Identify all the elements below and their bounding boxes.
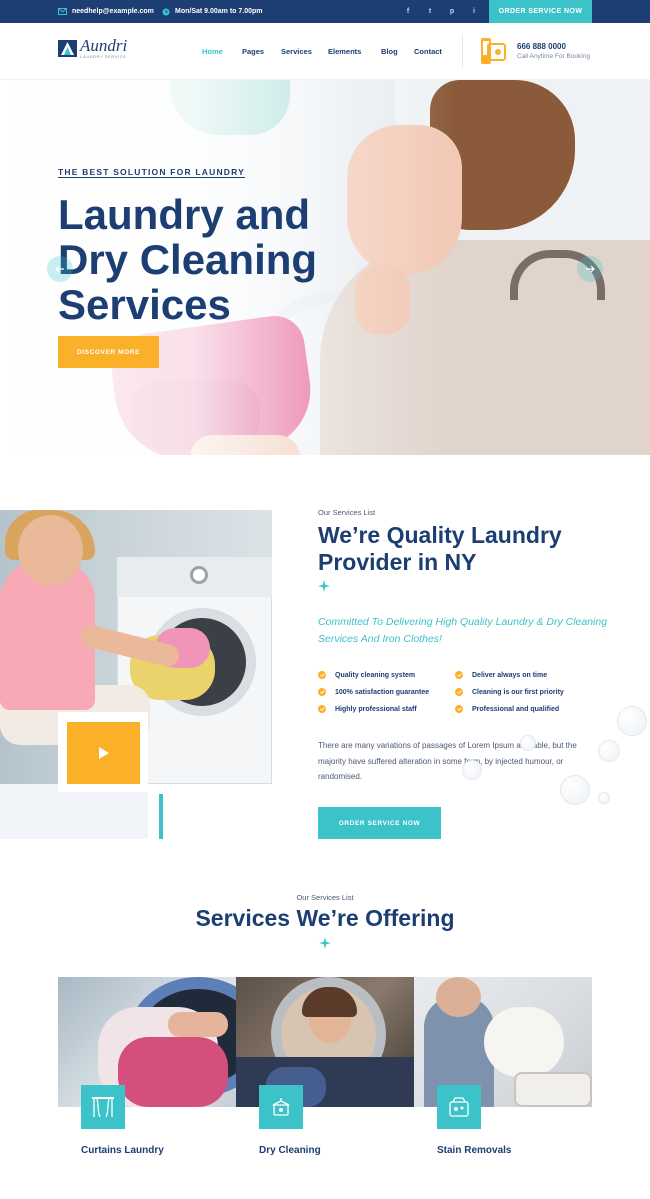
sparkle-divider-icon bbox=[318, 580, 330, 592]
bubble-decoration bbox=[520, 735, 536, 751]
bubble-decoration bbox=[598, 740, 620, 762]
feature-item: Deliver always on time bbox=[455, 671, 547, 679]
sparkle-divider-icon bbox=[319, 937, 331, 949]
check-icon bbox=[455, 705, 463, 713]
bubble-decoration bbox=[598, 792, 610, 804]
play-icon bbox=[98, 747, 109, 759]
check-icon bbox=[455, 688, 463, 696]
discover-more-button[interactable]: DISCOVER MORE bbox=[58, 336, 159, 368]
curtains-icon bbox=[81, 1085, 125, 1129]
arrow-right-icon bbox=[586, 265, 595, 273]
feature-item: Quality cleaning system bbox=[318, 671, 415, 679]
hero-title: Laundry and Dry Cleaning Services bbox=[58, 191, 318, 328]
nav-blog[interactable]: Blog bbox=[381, 47, 398, 56]
logo-name: Aundri bbox=[80, 35, 128, 55]
header-divider bbox=[462, 35, 463, 68]
slider-next-button[interactable] bbox=[577, 256, 603, 282]
check-icon bbox=[318, 705, 326, 713]
nav-pages[interactable]: Pages bbox=[242, 47, 264, 56]
about-kicker: Our Services List bbox=[318, 508, 376, 517]
twitter-icon[interactable]: t bbox=[419, 8, 441, 15]
phone-number: 666 888 0000 bbox=[517, 42, 566, 51]
phone-contact[interactable]: 666 888 0000 Call Anytime For Booking bbox=[480, 37, 590, 65]
arrow-left-icon bbox=[55, 265, 64, 273]
service-card[interactable]: Dry Cleaning bbox=[236, 977, 414, 1164]
topbar-hours-text: Mon/Sat 9.00am to 7.00pm bbox=[175, 8, 263, 15]
clock-icon bbox=[162, 8, 170, 15]
service-card-title[interactable]: Curtains Laundry bbox=[81, 1145, 164, 1156]
feature-item: Cleaning is our first priority bbox=[455, 688, 564, 696]
video-play-button[interactable] bbox=[67, 722, 140, 784]
check-icon bbox=[318, 688, 326, 696]
phone-icon bbox=[481, 38, 506, 64]
facebook-icon[interactable]: f bbox=[397, 8, 419, 15]
hero-kicker: THE BEST SOLUTION FOR LAUNDRY bbox=[58, 167, 246, 177]
services-title: Services We’re Offering bbox=[195, 905, 455, 931]
nav-contact[interactable]: Contact bbox=[414, 47, 442, 56]
about-body-text: There are many variations of passages of… bbox=[318, 741, 577, 781]
stain-removal-icon bbox=[437, 1085, 481, 1129]
site-header: Aundri LAUNDRY SERVICE Home Pages Servic… bbox=[0, 23, 650, 80]
nav-services[interactable]: Services bbox=[281, 47, 312, 56]
service-card[interactable]: Curtains Laundry bbox=[58, 977, 236, 1164]
topbar-hours: Mon/Sat 9.00am to 7.00pm bbox=[162, 0, 263, 23]
bubble-decoration bbox=[560, 775, 590, 805]
order-service-top-button[interactable]: ORDER SERVICE NOW bbox=[489, 0, 592, 23]
feature-item: Highly professional staff bbox=[318, 705, 417, 713]
service-card-title[interactable]: Dry Cleaning bbox=[259, 1145, 321, 1156]
hero-slider: THE BEST SOLUTION FOR LAUNDRY Laundry an… bbox=[0, 80, 650, 455]
feature-item: Professional and qualified bbox=[455, 705, 559, 713]
dry-cleaning-icon bbox=[259, 1085, 303, 1129]
services-kicker: Our Services List bbox=[296, 893, 354, 902]
topbar-email[interactable]: needhelp@example.com bbox=[58, 0, 154, 23]
logo[interactable]: Aundri LAUNDRY SERVICE bbox=[58, 37, 127, 59]
instagram-icon[interactable]: i bbox=[463, 8, 485, 15]
order-service-button[interactable]: ORDER SERVICE NOW bbox=[318, 807, 441, 839]
mail-icon bbox=[58, 8, 67, 15]
pinterest-icon[interactable]: p bbox=[441, 8, 463, 15]
social-links: f t p i bbox=[397, 0, 485, 23]
check-icon bbox=[318, 671, 326, 679]
topbar-email-text: needhelp@example.com bbox=[72, 8, 154, 15]
check-icon bbox=[455, 671, 463, 679]
phone-subtext: Call Anytime For Booking bbox=[517, 53, 590, 60]
bubble-decoration bbox=[462, 760, 482, 780]
slider-prev-button[interactable] bbox=[47, 256, 73, 282]
top-bar: needhelp@example.com Mon/Sat 9.00am to 7… bbox=[0, 0, 650, 23]
logo-tagline: LAUNDRY SERVICE bbox=[80, 53, 127, 59]
decorative-bar bbox=[159, 794, 163, 839]
nav-home[interactable]: Home bbox=[202, 47, 223, 56]
about-title: We’re Quality Laundry Provider in NY bbox=[318, 522, 562, 575]
service-card-title[interactable]: Stain Removals bbox=[437, 1145, 511, 1156]
about-subtitle: Committed To Delivering High Quality Lau… bbox=[318, 616, 608, 645]
feature-item: 100% satisfaction guarantee bbox=[318, 688, 429, 696]
service-card[interactable]: Stain Removals bbox=[414, 977, 592, 1164]
logo-icon bbox=[58, 40, 77, 57]
nav-elements[interactable]: Elements bbox=[328, 47, 361, 56]
bubble-decoration bbox=[617, 706, 647, 736]
